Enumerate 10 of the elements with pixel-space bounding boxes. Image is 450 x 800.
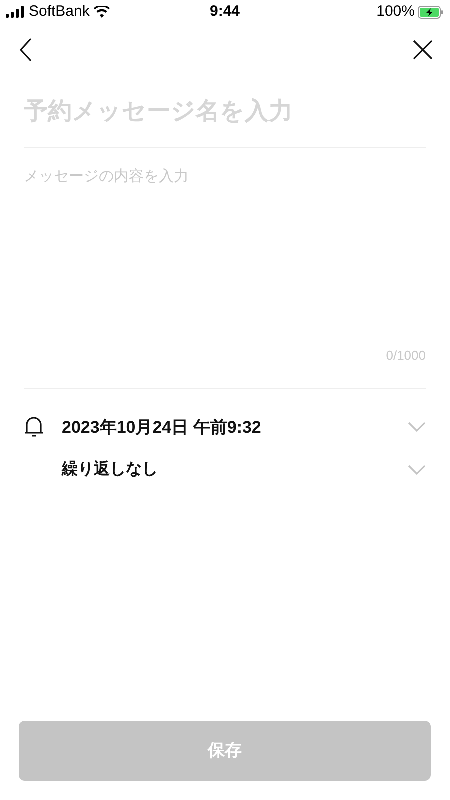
bell-icon — [24, 416, 44, 438]
date-time-selector[interactable]: 2023年10月24日 午前9:32 — [62, 414, 426, 440]
clock-time: 9:44 — [210, 2, 240, 22]
battery-percent: 100% — [376, 2, 415, 22]
chevron-down-icon — [408, 422, 426, 432]
repeat-selector[interactable]: 繰り返しなし — [62, 458, 426, 482]
wifi-icon — [94, 6, 110, 18]
chevron-down-icon — [408, 465, 426, 475]
carrier-name: SoftBank — [29, 2, 90, 22]
signal-icon — [6, 6, 25, 18]
